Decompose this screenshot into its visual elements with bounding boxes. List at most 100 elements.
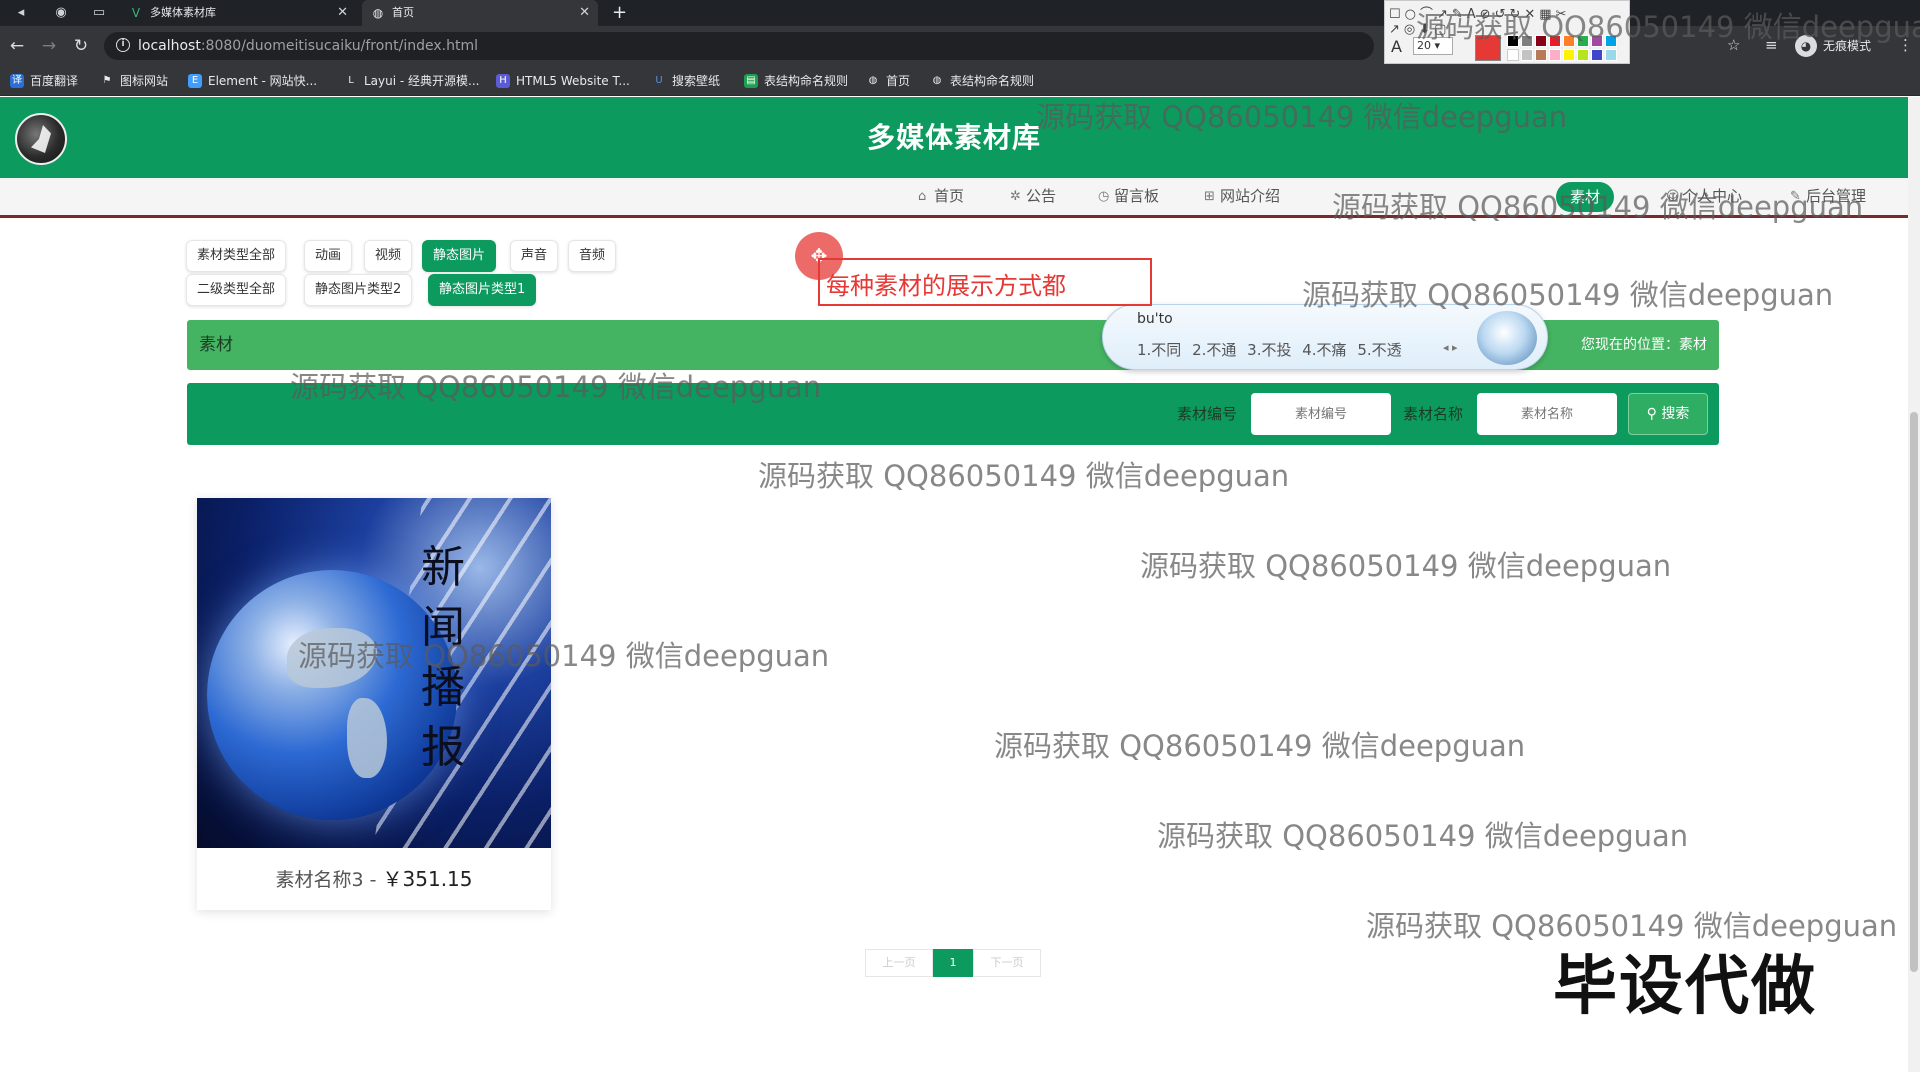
color-swatch[interactable] <box>1591 49 1603 61</box>
scrollbar-thumb[interactable] <box>1910 412 1918 972</box>
globe-icon: ◍ <box>372 6 384 20</box>
close-tab-icon[interactable]: ✕ <box>579 0 590 26</box>
category-tag[interactable]: 素材类型全部 <box>186 240 287 272</box>
back-icon[interactable]: ← <box>6 35 28 57</box>
address-bar[interactable]: i localhost:8080/duomeitisucaiku/front/i… <box>104 32 1374 60</box>
tab-search-icon[interactable]: ▭ <box>88 3 110 23</box>
color-swatch[interactable] <box>1577 35 1589 47</box>
nav-user-center[interactable]: ☺ 个人中心 <box>1666 178 1742 215</box>
material-card[interactable]: 新闻播报 素材名称3 - ￥351.15 <box>197 498 551 910</box>
bookmark-item[interactable]: ⚑ 图标网站 <box>100 66 169 96</box>
translate-icon: 译 <box>10 74 24 88</box>
bookmark-item[interactable]: L Layui - 经典开源模... <box>344 66 479 96</box>
vue-icon: V <box>131 6 141 20</box>
notice-icon: ✲ <box>1010 189 1021 204</box>
close-tab-icon[interactable]: ✕ <box>337 0 348 26</box>
next-page-button[interactable]: 下一页 <box>973 949 1041 977</box>
reading-list-icon[interactable]: ≡ <box>1765 36 1778 54</box>
browser-logo-icon[interactable]: ◉ <box>50 3 72 23</box>
new-tab-button[interactable]: + <box>612 0 627 26</box>
watermark-large: 毕设代做 <box>1553 950 1817 1024</box>
color-swatch[interactable] <box>1521 49 1533 61</box>
nav-home[interactable]: ⌂ 首页 <box>918 178 964 215</box>
color-swatch[interactable] <box>1605 49 1617 61</box>
section-title: 素材 <box>199 335 233 355</box>
bookmark-item[interactable]: H HTML5 Website T... <box>496 66 630 96</box>
color-swatch[interactable] <box>1563 49 1575 61</box>
subcategory-tag[interactable]: 静态图片类型2 <box>304 274 413 306</box>
forward-icon[interactable]: → <box>38 35 60 57</box>
url-text[interactable]: localhost:8080/duomeitisucaiku/front/ind… <box>138 32 478 60</box>
subcategory-tag[interactable]: 二级类型全部 <box>186 274 287 306</box>
bookmark-item[interactable]: ◍ 表结构命名规则 <box>930 66 1034 96</box>
material-name: 素材名称3 <box>275 869 364 891</box>
tab-home[interactable]: ◍ 首页 ✕ <box>362 0 598 26</box>
bookmark-item[interactable]: ◍ 首页 <box>866 66 910 96</box>
menu-icon[interactable]: ⋮ <box>1898 36 1913 54</box>
name-label: 素材名称 <box>1403 405 1464 423</box>
breadcrumb: 您现在的位置：素材 <box>1581 337 1707 353</box>
nav-notice[interactable]: ✲ 公告 <box>1010 178 1056 215</box>
color-swatch[interactable] <box>1507 49 1519 61</box>
search-bar: 素材编号 素材名称 ⚲ 搜索 <box>187 383 1719 445</box>
browser-tabstrip: ◂ ◉ ▭ V 多媒体素材库 ✕ ◍ 首页 ✕ + <box>0 0 1920 26</box>
current-color-swatch[interactable] <box>1475 35 1501 61</box>
subcategory-tag-active[interactable]: 静态图片类型1 <box>428 274 537 306</box>
drawing-tools[interactable]: ☐○⌒↗✎A⊘↺↻✕▦✂↗◎⬇▢ <box>1389 3 1629 37</box>
search-button[interactable]: ⚲ 搜索 <box>1628 393 1708 435</box>
font-size-select[interactable]: 20 ▾ <box>1413 37 1453 55</box>
name-input[interactable] <box>1477 393 1617 435</box>
flag-icon: ⚑ <box>102 75 112 86</box>
color-swatch[interactable] <box>1591 35 1603 47</box>
color-swatch[interactable] <box>1535 49 1547 61</box>
web-page: 多媒体素材库 ⌂ 首页 ✲ 公告 ◷ 留言板 ⊞ 网站介绍 素材 ☺ 个人中心 ✎ 后台管理… <box>0 97 1920 1072</box>
color-swatch[interactable] <box>1549 35 1561 47</box>
text-tool-icon[interactable]: A <box>1391 37 1402 56</box>
nav-material[interactable]: 素材 <box>1556 182 1615 212</box>
ime-skin-icon <box>1477 311 1537 365</box>
ime-page-arrows[interactable]: ◂ ▸ <box>1443 341 1458 354</box>
color-swatch[interactable] <box>1535 35 1547 47</box>
color-swatch[interactable] <box>1563 35 1575 47</box>
globe-icon: ◍ <box>868 75 878 86</box>
color-swatch[interactable] <box>1549 49 1561 61</box>
bookmark-item[interactable]: U 搜索壁纸 <box>652 66 720 96</box>
page-number[interactable]: 1 <box>933 949 973 977</box>
color-swatch[interactable] <box>1577 49 1589 61</box>
color-swatch[interactable] <box>1521 35 1533 47</box>
globe-icon: ◍ <box>932 75 942 86</box>
site-title: 多媒体素材库 <box>866 121 1041 154</box>
code-input[interactable] <box>1251 393 1391 435</box>
tab-multimedia[interactable]: V 多媒体素材库 ✕ <box>120 0 356 26</box>
category-tag[interactable]: 动画 <box>304 240 353 272</box>
bookmark-item[interactable]: E Element - 网站快... <box>188 66 317 96</box>
nav-message-board[interactable]: ◷ 留言板 <box>1098 178 1159 215</box>
category-tag[interactable]: 视频 <box>364 240 413 272</box>
wrench-icon: ✎ <box>1790 189 1801 204</box>
color-swatch[interactable] <box>1605 35 1617 47</box>
bookmark-item[interactable]: 译百度翻译 <box>10 66 78 96</box>
nav-admin[interactable]: ✎ 后台管理 <box>1790 178 1866 215</box>
mute-icon[interactable]: ◂ <box>10 3 32 23</box>
nav-site-intro[interactable]: ⊞ 网站介绍 <box>1204 178 1280 215</box>
star-icon[interactable]: ☆ <box>1727 36 1740 54</box>
annotation-text: 每种素材的展示方式都 <box>826 272 1066 300</box>
message-icon: ◷ <box>1098 189 1110 204</box>
reload-icon[interactable]: ↻ <box>70 35 92 57</box>
info-icon[interactable]: i <box>116 38 130 52</box>
color-swatch[interactable] <box>1507 35 1519 47</box>
category-tag[interactable]: 音频 <box>568 240 617 272</box>
prev-page-button[interactable]: 上一页 <box>865 949 933 977</box>
scrollbar[interactable] <box>1908 97 1920 1072</box>
category-tag[interactable]: 声音 <box>510 240 559 272</box>
bookmark-item[interactable]: ▤ 表结构命名规则 <box>744 66 848 96</box>
bookmarks-bar: 译百度翻译 ⚑ 图标网站 E Element - 网站快... L Layui - 经… <box>0 66 1920 96</box>
incognito-badge[interactable]: ◕ 无痕模式 <box>1795 33 1871 59</box>
browser-toolbar: ← → ↻ i localhost:8080/duomeitisucaiku/f… <box>0 26 1920 66</box>
material-image[interactable]: 新闻播报 <box>197 498 551 848</box>
ime-candidates[interactable]: 1.不同 2.不通 3.不投 4.不痛 5.不透 <box>1137 339 1402 360</box>
site-header: 多媒体素材库 <box>0 97 1908 178</box>
category-tag-active[interactable]: 静态图片 <box>422 240 497 272</box>
code-label: 素材编号 <box>1177 405 1238 423</box>
user-icon: ☺ <box>1666 189 1680 204</box>
